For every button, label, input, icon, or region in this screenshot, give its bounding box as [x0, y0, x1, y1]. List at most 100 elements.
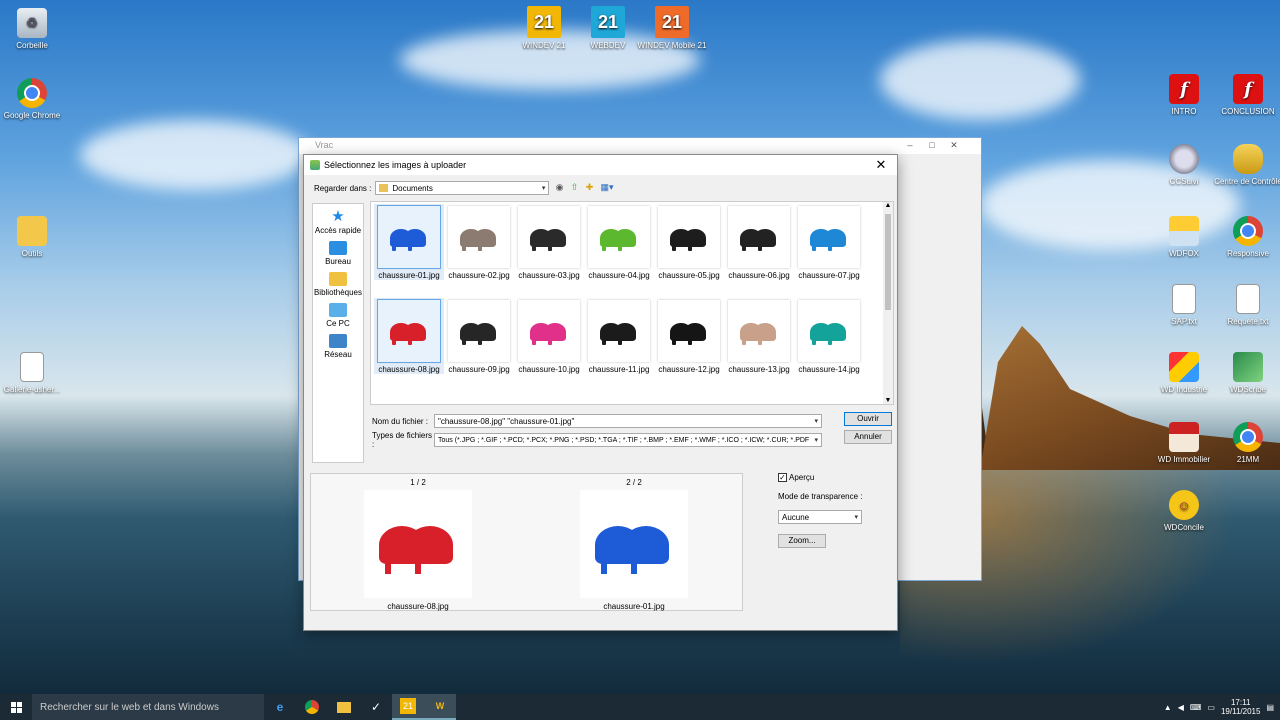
- file-name: chaussure-02.jpg: [448, 271, 510, 280]
- start-button[interactable]: [0, 694, 32, 720]
- volume-icon[interactable]: ◀: [1178, 703, 1184, 712]
- desktop-icon-sap[interactable]: SAP.txt: [1148, 284, 1220, 326]
- file-name: chaussure-09.jpg: [448, 365, 510, 374]
- scroll-down-icon[interactable]: ▼: [883, 397, 893, 404]
- cancel-button[interactable]: Annuler: [844, 430, 892, 444]
- place-acces-rapide[interactable]: ★ Accès rapide: [313, 208, 363, 235]
- desktop-icon-outils[interactable]: Outils: [0, 216, 68, 258]
- desktop-icon-wd-industrie[interactable]: WD Industrie: [1148, 352, 1220, 394]
- apercu-checkbox[interactable]: ✓ Aperçu: [778, 473, 863, 483]
- weather-icon: [1169, 216, 1199, 246]
- look-in-combo[interactable]: Documents ▾: [375, 181, 550, 195]
- desktop-icon-wd-immobilier[interactable]: WD Immobilier: [1148, 422, 1220, 464]
- notifications-icon[interactable]: ▤: [1266, 703, 1274, 712]
- smiley-icon: ☺: [1169, 490, 1199, 520]
- desktop-icon-responsive[interactable]: Responsive: [1212, 216, 1280, 258]
- scroll-up-icon[interactable]: ▲: [883, 202, 893, 209]
- desktop-icon-intro[interactable]: f INTRO: [1148, 74, 1220, 116]
- desktop-icon-gallerie[interactable]: Gallerie-usher...: [0, 352, 68, 394]
- file-item[interactable]: chaussure-02.jpg: [444, 204, 514, 280]
- transparency-select[interactable]: Aucune ▾: [778, 510, 862, 525]
- filename-input[interactable]: "chaussure-08.jpg" "chaussure-01.jpg" ▾: [434, 414, 822, 428]
- scroll-thumb[interactable]: [885, 214, 891, 310]
- edge-icon[interactable]: e: [264, 694, 296, 720]
- shoe-image: [664, 317, 714, 345]
- desktop-icon-conclusion[interactable]: f CONCLUSION: [1212, 74, 1280, 116]
- desktop-icon-wdfox[interactable]: WDFOX: [1148, 216, 1220, 258]
- file-thumbnail-image: [518, 206, 580, 268]
- file-item[interactable]: chaussure-03.jpg: [514, 204, 584, 280]
- chrome-icon: [1233, 422, 1263, 452]
- file-item[interactable]: chaussure-05.jpg: [654, 204, 724, 280]
- place-bibliotheques[interactable]: Bibliothèques: [313, 272, 363, 297]
- file-thumbnail-image: [377, 205, 441, 269]
- app-icon[interactable]: ✓: [360, 694, 392, 720]
- desktop-icon-corbeille[interactable]: ♻ Corbeille: [0, 8, 68, 50]
- file-item[interactable]: chaussure-01.jpg: [374, 204, 444, 280]
- look-in-row: Regarder dans : Documents ▾: [314, 181, 550, 195]
- maximize-icon[interactable]: □: [921, 140, 943, 150]
- file-item[interactable]: chaussure-08.jpg: [374, 298, 444, 374]
- file-item[interactable]: chaussure-04.jpg: [584, 204, 654, 280]
- desktop-icon-wdconcile[interactable]: ☺ WDConcile: [1148, 490, 1220, 532]
- windev-icon[interactable]: 21: [392, 694, 424, 720]
- file-open-dialog[interactable]: Sélectionnez les images à uploader ✕ Reg…: [303, 154, 898, 631]
- view-menu-icon[interactable]: ▦▾: [599, 182, 615, 193]
- zoom-button[interactable]: Zoom...: [778, 534, 826, 549]
- network-icon[interactable]: ▲: [1164, 703, 1172, 712]
- file-item[interactable]: chaussure-10.jpg: [514, 298, 584, 374]
- star-icon: ★: [331, 208, 345, 225]
- file-item[interactable]: chaussure-12.jpg: [654, 298, 724, 374]
- desktop-icon-windev[interactable]: 21 WINDEV 21: [508, 6, 580, 50]
- chrome-icon[interactable]: [296, 694, 328, 720]
- file-name: chaussure-01.jpg: [378, 271, 440, 280]
- file-thumbnail-image: [448, 206, 510, 268]
- preview-panel: 1 / 2 chaussure-08.jpg 2 / 2 chaussure-01.j…: [310, 473, 743, 611]
- desktop-icon-21mm[interactable]: 21MM: [1212, 422, 1280, 464]
- file-list-scrollbar[interactable]: ▲ ▼: [883, 202, 893, 404]
- battery-icon[interactable]: ▭: [1207, 703, 1215, 712]
- close-icon[interactable]: ✕: [871, 157, 891, 173]
- keyboard-icon[interactable]: ⌨: [1190, 703, 1202, 712]
- file-item[interactable]: chaussure-07.jpg: [794, 204, 864, 280]
- file-item[interactable]: chaussure-09.jpg: [444, 298, 514, 374]
- desktop-icon-windev-mobile[interactable]: 21 WINDEV Mobile 21: [636, 6, 708, 50]
- file-item[interactable]: chaussure-13.jpg: [724, 298, 794, 374]
- desktop-icon: [329, 241, 347, 255]
- close-icon[interactable]: ✕: [943, 140, 965, 151]
- chevron-down-icon: ▾: [541, 185, 546, 192]
- place-bureau[interactable]: Bureau: [313, 241, 363, 266]
- file-thumbnail-image: [798, 300, 860, 362]
- preview-options: ✓ Aperçu Mode de transparence : Aucune ▾ …: [778, 473, 863, 549]
- desktop-icon-ccsuivi[interactable]: CCSuivi: [1148, 144, 1220, 186]
- text-file-icon: [1236, 284, 1260, 314]
- file-item[interactable]: chaussure-11.jpg: [584, 298, 654, 374]
- desktop-icon-chrome[interactable]: Google Chrome: [0, 78, 68, 120]
- open-button[interactable]: Ouvrir: [844, 412, 892, 426]
- file-item[interactable]: chaussure-14.jpg: [794, 298, 864, 374]
- place-reseau[interactable]: Réseau: [313, 334, 363, 359]
- explorer-icon[interactable]: [328, 694, 360, 720]
- filetype-select[interactable]: Tous (*.JPG ; *.GIF ; *.PCD; *.PCX; *.PN…: [434, 433, 822, 447]
- new-folder-icon[interactable]: ✚: [584, 182, 595, 193]
- place-ce-pc[interactable]: Ce PC: [313, 303, 363, 328]
- file-name: chaussure-13.jpg: [728, 365, 790, 374]
- desktop-icon-webdev[interactable]: 21 WEBDEV: [572, 6, 644, 50]
- desktop-icon-requete[interactable]: Requete.txt: [1212, 284, 1280, 326]
- file-name: chaussure-05.jpg: [658, 271, 720, 280]
- clock[interactable]: 17:11 19/11/2015: [1221, 698, 1260, 716]
- look-in-value: Documents: [392, 183, 433, 193]
- recycle-bin-icon: ♻: [17, 8, 47, 38]
- file-thumbnail-image: [518, 300, 580, 362]
- taskbar-search[interactable]: Rechercher sur le web et dans Windows: [32, 694, 264, 720]
- up-folder-icon[interactable]: ⇧: [569, 182, 580, 193]
- file-item[interactable]: chaussure-06.jpg: [724, 204, 794, 280]
- minimize-icon[interactable]: –: [899, 140, 921, 150]
- file-list[interactable]: chaussure-01.jpg chaussure-02.jpg chaussur…: [370, 201, 894, 405]
- desktop-icon-centre-controle[interactable]: Centre de Contrôle: [1212, 144, 1280, 186]
- back-icon[interactable]: ◉: [554, 182, 565, 193]
- desktop-icon-wdscribe[interactable]: WDScribe: [1212, 352, 1280, 394]
- webdev-icon[interactable]: W: [424, 694, 456, 720]
- flash-icon: f: [1169, 74, 1199, 104]
- preview-file-name: chaussure-01.jpg: [603, 602, 665, 611]
